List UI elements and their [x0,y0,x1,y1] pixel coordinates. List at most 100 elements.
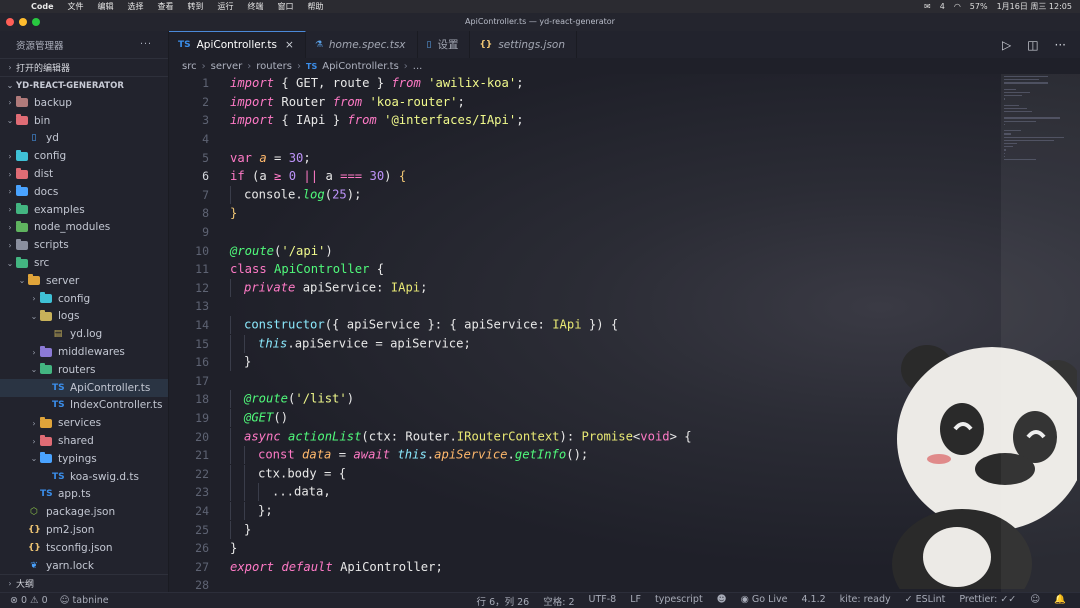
tree-item[interactable]: ❦ yarn.lock [0,557,168,575]
problems-indicator[interactable]: ⊗ 0 ⚠ 0 [10,595,48,606]
tree-item-label: docs [34,185,59,198]
menu-goto[interactable]: 转到 [181,0,211,13]
chevron-right-icon: › [32,418,36,428]
chevron-right-icon: › [32,347,36,357]
tree-item[interactable]: ⌄ src [0,254,168,272]
close-window-button[interactable] [6,18,14,26]
tab-settings[interactable]: ▯ 设置 [418,31,471,58]
menu-window[interactable]: 窗口 [271,0,301,13]
tree-item[interactable]: TS ApiController.ts [0,378,168,397]
tree-item[interactable]: › examples [0,201,168,219]
tree-item[interactable]: ⌄ typings [0,450,168,468]
code-text: this.apiService = apiService; [209,334,471,353]
tree-item-label: middlewares [58,346,125,359]
folder-icon [40,363,52,375]
tree-item[interactable]: › middlewares [0,343,168,361]
run-icon[interactable]: ▷ [1002,38,1011,52]
breadcrumb-routers[interactable]: routers [256,61,292,72]
account-icon[interactable]: ☺ [1030,594,1040,608]
outline-section[interactable]: › 大纲 [0,574,168,592]
prettier-status[interactable]: Prettier: ✓✓ [959,594,1016,608]
open-editors-label: 打开的编辑器 [16,64,71,74]
code-token: from [347,113,377,128]
menu-terminal[interactable]: 终端 [241,0,271,13]
tree-item[interactable]: ⌄ routers [0,361,168,379]
tree-item[interactable]: › services [0,414,168,432]
tab-apicontroller[interactable]: TS ApiController.ts × [169,31,306,58]
eslint-status[interactable]: ✓ ESLint [905,594,946,608]
wechat-icon[interactable]: ✉ [924,2,931,11]
feedback-icon[interactable]: ☻ [717,594,727,608]
code-line: 6 if (a ≥ 0 || a === 30) { [169,167,1004,186]
tree-item[interactable]: › docs [0,183,168,201]
menu-select[interactable]: 选择 [121,0,151,13]
breadcrumb-src[interactable]: src [182,61,197,72]
tree-item[interactable]: ▯ yd [0,130,168,148]
go-live-button[interactable]: ◉ Go Live [741,594,788,608]
tree-item[interactable]: TS app.ts [0,486,168,504]
more-icon[interactable]: ··· [1055,38,1066,52]
ts-version[interactable]: 4.1.2 [801,594,825,608]
breadcrumb-server[interactable]: server [211,61,243,72]
close-tab-icon[interactable]: × [285,39,294,51]
code-line: 28 [169,576,1004,592]
indentation[interactable]: 空格: 2 [543,594,574,608]
menu-help[interactable]: 帮助 [301,0,331,13]
code-line: 25} [169,520,1004,539]
split-editor-icon[interactable]: ◫ [1027,38,1038,52]
project-section[interactable]: ⌄ YD-REACT-GENERATOR [0,76,168,94]
zoom-window-button[interactable] [32,18,40,26]
menu-run[interactable]: 运行 [211,0,241,13]
clock-text[interactable]: 1月16日 周三 12:05 [997,1,1072,12]
notifications-icon[interactable]: 🔔 [1054,594,1066,608]
minimize-window-button[interactable] [19,18,27,26]
indent-guide [244,446,258,465]
tab-settings-json[interactable]: {} settings.json [470,31,577,58]
code-token: from [391,76,421,91]
folder-icon [16,114,28,126]
line-ending[interactable]: LF [630,594,641,608]
tree-item[interactable]: TS IndexController.ts [0,397,168,415]
tree-item[interactable]: › dist [0,165,168,183]
tree-item[interactable]: ▤ yd.log [0,325,168,343]
kite-status[interactable]: kite: ready [840,594,891,608]
cursor-position[interactable]: 行 6，列 26 [477,594,530,608]
minimap[interactable] [1001,74,1080,592]
tree-item[interactable]: {} pm2.json [0,521,168,539]
open-editors-section[interactable]: › 打开的编辑器 [0,58,168,76]
code-line: 5 var a = 30; [169,148,1004,167]
settings-file-icon: ▯ [426,39,432,50]
tree-item[interactable]: › scripts [0,236,168,254]
tree-item[interactable]: › node_modules [0,219,168,237]
menu-edit[interactable]: 编辑 [91,0,121,13]
encoding[interactable]: UTF-8 [589,594,617,608]
minimap-line [1004,136,1064,138]
code-token: async [244,429,281,444]
line-number: 3 [202,113,209,128]
more-actions-icon[interactable]: ··· [140,39,152,50]
tree-item[interactable]: TS koa-swig.d.ts [0,468,168,486]
language-mode[interactable]: typescript [655,594,703,608]
menu-file[interactable]: 文件 [61,0,91,13]
tree-item[interactable]: › config [0,290,168,308]
tree-item[interactable]: ⌄ logs [0,308,168,326]
menu-app[interactable]: Code [24,0,61,13]
breadcrumb-file[interactable]: ApiController.ts [322,61,399,72]
code-token: IRouterContext [456,429,560,444]
tree-item-label: logs [58,310,80,323]
tree-item[interactable]: ⬡ package.json [0,503,168,521]
tree-item[interactable]: {} tsconfig.json [0,539,168,557]
tree-item[interactable]: ⌄ server [0,272,168,290]
tab-home-spec[interactable]: ⚗ home.spec.tsx [306,31,418,58]
tree-item[interactable]: › backup [0,94,168,112]
code-token: { [398,169,407,184]
tree-item[interactable]: › config [0,147,168,165]
tree-item[interactable]: ⌄ bin [0,112,168,130]
menu-view[interactable]: 查看 [151,0,181,13]
tree-item[interactable]: › shared [0,432,168,450]
tabnine-status[interactable]: ☺ tabnine [60,595,109,606]
wifi-icon[interactable]: ◠ [954,2,961,11]
code-editor[interactable]: 1 import { GET, route } from 'awilix-koa'… [169,74,1080,592]
breadcrumb-symbol[interactable]: ... [413,61,423,72]
